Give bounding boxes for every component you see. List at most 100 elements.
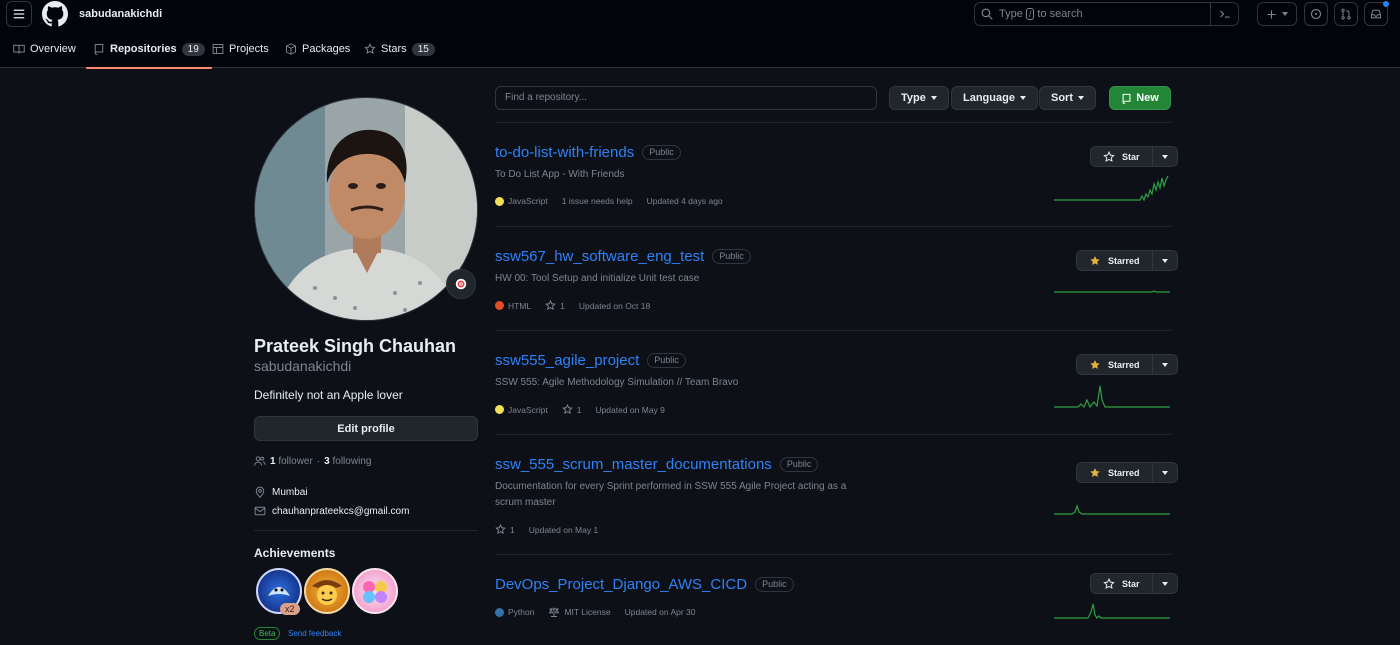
star-toggle[interactable]: Starred <box>1077 355 1153 374</box>
divider <box>495 330 1171 331</box>
repo-name-link[interactable]: DevOps_Project_Django_AWS_CICD <box>495 576 747 593</box>
language-color-dot <box>495 607 504 617</box>
tab-packages[interactable]: Packages <box>285 30 350 68</box>
language-color-dot <box>495 301 504 310</box>
language-name: HTML <box>508 300 532 311</box>
create-new-button[interactable] <box>1257 2 1297 26</box>
repo-language: JavaScript <box>495 405 548 415</box>
language-filter-button[interactable]: Language <box>951 86 1038 110</box>
chevron-down-icon <box>1161 258 1168 263</box>
chevron-down-icon <box>930 96 937 100</box>
repo-item: DevOps_Project_Django_AWS_CICD Public <box>495 576 794 593</box>
repo-item: ssw555_agile_project Public <box>495 352 686 369</box>
achievement-cowboy-badge[interactable] <box>304 568 350 614</box>
plus-icon <box>1267 9 1276 19</box>
vcard-email[interactable]: chauhanprateekcs@gmail.com <box>254 505 409 517</box>
repo-name-link[interactable]: ssw555_agile_project <box>495 352 639 369</box>
sort-filter-label: Sort <box>1051 92 1073 104</box>
repo-name-link[interactable]: ssw567_hw_software_eng_test <box>495 248 704 265</box>
chevron-down-icon <box>1161 154 1168 159</box>
find-repository-input[interactable]: Find a repository... <box>495 86 877 110</box>
issues-button[interactable] <box>1304 2 1328 26</box>
repo-description: SSW 555: Agile Methodology Simulation //… <box>495 377 739 388</box>
dot-separator: · <box>316 455 321 467</box>
followers-link[interactable]: 1 follower <box>270 456 313 467</box>
status-emoji-button[interactable] <box>446 269 476 299</box>
star-toggle[interactable]: Starred <box>1077 251 1153 270</box>
breadcrumb-username[interactable]: sabudanakichdi <box>79 8 162 20</box>
repo-name-link[interactable]: to-do-list-with-friends <box>495 144 634 161</box>
package-icon <box>286 43 296 55</box>
edit-profile-button[interactable]: Edit profile <box>254 416 478 441</box>
star-list-dropdown[interactable] <box>1153 574 1177 593</box>
type-filter-button[interactable]: Type <box>889 86 949 110</box>
following-label: following <box>332 455 372 467</box>
notification-indicator <box>1383 1 1389 7</box>
star-filled-icon <box>1090 359 1100 369</box>
repo-language: HTML <box>495 301 531 311</box>
starred-button[interactable]: Starred <box>1076 250 1178 271</box>
github-logo-icon[interactable] <box>42 1 68 27</box>
tab-projects[interactable]: Projects <box>212 30 269 68</box>
repo-description: To Do List App - With Friends <box>495 169 625 180</box>
avatar[interactable] <box>254 97 478 321</box>
star-list-dropdown[interactable] <box>1153 463 1177 482</box>
starred-button[interactable]: Starred <box>1076 354 1178 375</box>
following-count: 3 <box>324 455 330 467</box>
issues-help-link[interactable]: 1 issue needs help <box>562 196 633 206</box>
search-icon <box>981 8 993 20</box>
star-toggle[interactable]: Star <box>1091 574 1153 593</box>
menu-button[interactable] <box>6 1 32 27</box>
repo-description: HW 00: Tool Setup and initialize Unit te… <box>495 273 700 284</box>
star-toggle[interactable]: Star <box>1091 147 1153 166</box>
global-search[interactable]: Type / to search <box>974 2 1239 26</box>
chevron-down-icon <box>1019 96 1026 100</box>
star-icon <box>1103 577 1115 589</box>
location-text: Mumbai <box>272 486 308 498</box>
repo-item: ssw_555_scrum_master_documentations Publ… <box>495 456 819 473</box>
repo-name-link[interactable]: ssw_555_scrum_master_documentations <box>495 456 772 473</box>
star-list-dropdown[interactable] <box>1153 355 1177 374</box>
star-list-dropdown[interactable] <box>1153 147 1177 166</box>
tab-repositories[interactable]: Repositories 19 <box>86 30 212 69</box>
star-button[interactable]: Star <box>1090 146 1178 167</box>
star-button[interactable]: Star <box>1090 573 1178 594</box>
tab-stars-label: Stars <box>381 43 407 55</box>
repo-language: JavaScript <box>495 196 548 206</box>
starred-button[interactable]: Starred <box>1076 462 1178 483</box>
achievement-yolo-badge[interactable] <box>352 568 398 614</box>
tab-overview[interactable]: Overview <box>13 30 76 68</box>
beta-label: Beta <box>254 627 281 640</box>
email-link[interactable]: chauhanprateekcs@gmail.com <box>272 506 409 517</box>
star-toggle[interactable]: Starred <box>1077 463 1153 482</box>
chevron-down-icon <box>1161 470 1168 475</box>
star-icon <box>495 524 506 535</box>
star-label: Starred <box>1108 255 1140 266</box>
profile-login: sabudanakichdi <box>254 358 352 374</box>
search-prefix: Type <box>999 8 1023 20</box>
language-filter-label: Language <box>963 92 1015 104</box>
stargazers-link[interactable]: 1 <box>545 300 565 311</box>
new-repository-button[interactable]: New <box>1109 86 1171 110</box>
following-link[interactable]: 3 following <box>324 456 371 467</box>
language-color-dot <box>495 196 504 206</box>
vcard-location: Mumbai <box>254 486 308 498</box>
star-label: Starred <box>1108 467 1140 478</box>
language-name: JavaScript <box>508 404 548 415</box>
sort-filter-button[interactable]: Sort <box>1039 86 1096 110</box>
repo-language: Python <box>495 607 534 617</box>
terminal-icon <box>1219 10 1229 18</box>
send-feedback-link[interactable]: Send feedback <box>288 629 341 638</box>
pull-requests-button[interactable] <box>1334 2 1358 26</box>
stargazers-link[interactable]: 1 <box>495 524 515 535</box>
star-list-dropdown[interactable] <box>1153 251 1177 270</box>
star-label: Star <box>1122 578 1140 589</box>
command-palette-button[interactable] <box>1210 2 1238 26</box>
license-info: MIT License <box>548 606 611 618</box>
stargazers-link[interactable]: 1 <box>561 404 581 415</box>
tab-stars[interactable]: Stars 15 <box>364 30 435 68</box>
updated-time: Updated on May 9 <box>595 404 665 415</box>
chevron-down-icon <box>1282 12 1288 16</box>
updated-time: Updated on May 1 <box>528 524 599 535</box>
activity-sparkline <box>1054 176 1169 202</box>
